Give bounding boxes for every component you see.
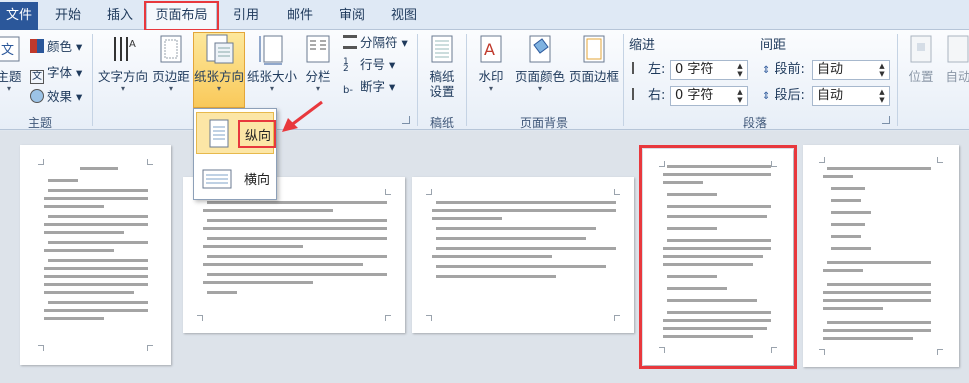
themes-button[interactable]: 文 主题 ▾ xyxy=(0,33,26,94)
indent-right-label: 右: xyxy=(632,86,665,106)
spin-down-icon[interactable]: ▼ xyxy=(735,96,745,104)
spacing-before-label: ⇕ 段前: xyxy=(762,62,805,77)
font-icon: 文 xyxy=(30,70,44,84)
orientation-button[interactable]: 纸张方向 ▾ xyxy=(193,33,245,94)
spin-up-icon[interactable]: ▲ xyxy=(877,88,887,96)
indent-left-icon xyxy=(632,62,646,74)
effects-icon xyxy=(30,89,44,103)
indent-heading: 缩进 xyxy=(629,38,656,53)
spacing-after-label: ⇕ 段后: xyxy=(762,88,805,103)
spin-down-icon[interactable]: ▼ xyxy=(877,96,887,104)
menu-item-landscape[interactable]: 横向 xyxy=(196,157,274,199)
watermark-icon: A xyxy=(475,33,507,65)
svg-text:A: A xyxy=(484,40,495,59)
breaks-icon xyxy=(343,35,357,49)
group-label-paragraph: 段落 xyxy=(742,116,767,130)
tab-references[interactable]: 引用 xyxy=(228,5,264,30)
watermark-button[interactable]: A 水印 ▾ xyxy=(473,33,509,94)
paragraph-launcher-icon[interactable] xyxy=(882,116,890,124)
group-separator xyxy=(417,34,418,126)
wrap-text-button[interactable]: 自动 xyxy=(940,33,969,84)
line-numbers-icon: 12 xyxy=(343,57,349,74)
page-highlight-box xyxy=(639,145,797,369)
spacing-heading: 间距 xyxy=(760,38,787,53)
page-thumbnail-1 xyxy=(20,145,171,365)
svg-text:A: A xyxy=(129,39,136,50)
group-label-background: 页面背景 xyxy=(519,116,568,130)
group-label-themes: 主题 xyxy=(27,116,52,130)
group-separator xyxy=(466,34,467,126)
theme-colors-button[interactable]: 颜色 ▾ xyxy=(30,37,82,57)
columns-button[interactable]: 分栏 ▾ xyxy=(300,33,336,94)
indent-right-spinner[interactable]: 0 字符 ▲ ▼ xyxy=(670,86,748,106)
indent-right-icon xyxy=(632,88,646,100)
spin-down-icon[interactable]: ▼ xyxy=(877,70,887,78)
spin-up-icon[interactable]: ▲ xyxy=(877,62,887,70)
position-button[interactable]: 位置 xyxy=(902,33,940,84)
spin-up-icon[interactable]: ▲ xyxy=(735,88,745,96)
group-separator xyxy=(897,34,898,126)
tab-review[interactable]: 审阅 xyxy=(334,5,370,30)
themes-icon: 文 xyxy=(0,33,25,65)
columns-icon xyxy=(302,33,334,65)
page-size-icon xyxy=(256,33,288,65)
group-label-draft: 稿纸 xyxy=(429,116,454,130)
paint-bucket-icon xyxy=(524,33,556,65)
draft-paper-button[interactable]: 稿纸 设置 xyxy=(422,33,462,99)
page-thumbnail-2 xyxy=(183,177,405,333)
page-setup-launcher-icon[interactable] xyxy=(402,116,410,124)
hyphenation-button[interactable]: b- 断字 ▾ xyxy=(343,77,395,97)
tab-home[interactable]: 开始 xyxy=(48,5,88,30)
indent-left-label: 左: xyxy=(632,60,665,80)
spacing-before-spinner[interactable]: 自动 ▲ ▼ xyxy=(812,60,890,80)
document-area xyxy=(0,131,969,383)
spacing-before-icon: ⇕ xyxy=(762,65,771,76)
indent-left-spinner[interactable]: 0 字符 ▲ ▼ xyxy=(670,60,748,80)
palette-icon xyxy=(30,39,44,53)
ribbon: 文 主题 ▾ 颜色 ▾ 文字体 ▾ 效果 ▾ 主题 A 文字方向 ▾ 页边距 ▾… xyxy=(0,30,969,130)
draft-paper-icon xyxy=(426,33,458,65)
margins-icon xyxy=(155,33,187,65)
group-separator xyxy=(623,34,624,126)
page-thumbnail-5 xyxy=(803,145,959,367)
orientation-icon xyxy=(203,33,235,65)
spin-down-icon[interactable]: ▼ xyxy=(735,70,745,78)
annotation-arrow-icon xyxy=(282,100,323,132)
page-borders-icon xyxy=(578,33,610,65)
tab-insert[interactable]: 插入 xyxy=(100,5,140,30)
page-borders-button[interactable]: 页面边框 xyxy=(568,33,620,84)
tab-mailings[interactable]: 邮件 xyxy=(282,5,318,30)
theme-fonts-button[interactable]: 文字体 ▾ xyxy=(30,63,82,84)
spacing-after-icon: ⇕ xyxy=(762,91,771,102)
group-separator xyxy=(92,34,93,126)
svg-text:文: 文 xyxy=(1,43,14,58)
spin-up-icon[interactable]: ▲ xyxy=(735,62,745,70)
portrait-page-icon xyxy=(203,119,233,149)
wrap-text-icon xyxy=(942,33,969,65)
line-numbers-button[interactable]: 1 2 行号 ▾ xyxy=(343,55,395,75)
position-icon xyxy=(905,33,937,65)
tab-view[interactable]: 视图 xyxy=(386,5,422,30)
page-color-button[interactable]: 页面颜色 ▾ xyxy=(514,33,566,94)
text-direction-button[interactable]: A 文字方向 ▾ xyxy=(97,33,149,94)
ribbon-tab-bar: 文件 开始 插入 页面布局 引用 邮件 审阅 视图 xyxy=(0,0,969,31)
tab-highlight-box xyxy=(144,1,219,31)
hyphenation-icon: b- xyxy=(343,85,353,96)
breaks-button[interactable]: 分隔符 ▾ xyxy=(343,33,408,53)
landscape-page-icon xyxy=(202,163,232,193)
margins-button[interactable]: 页边距 ▾ xyxy=(150,33,192,94)
page-size-button[interactable]: 纸张大小 ▾ xyxy=(246,33,298,94)
spacing-after-spinner[interactable]: 自动 ▲ ▼ xyxy=(812,86,890,106)
page-thumbnail-3 xyxy=(412,177,634,333)
text-direction-icon: A xyxy=(107,33,139,65)
theme-effects-button[interactable]: 效果 ▾ xyxy=(30,87,82,107)
tab-file[interactable]: 文件 xyxy=(0,2,38,30)
portrait-highlight-box xyxy=(238,120,276,148)
